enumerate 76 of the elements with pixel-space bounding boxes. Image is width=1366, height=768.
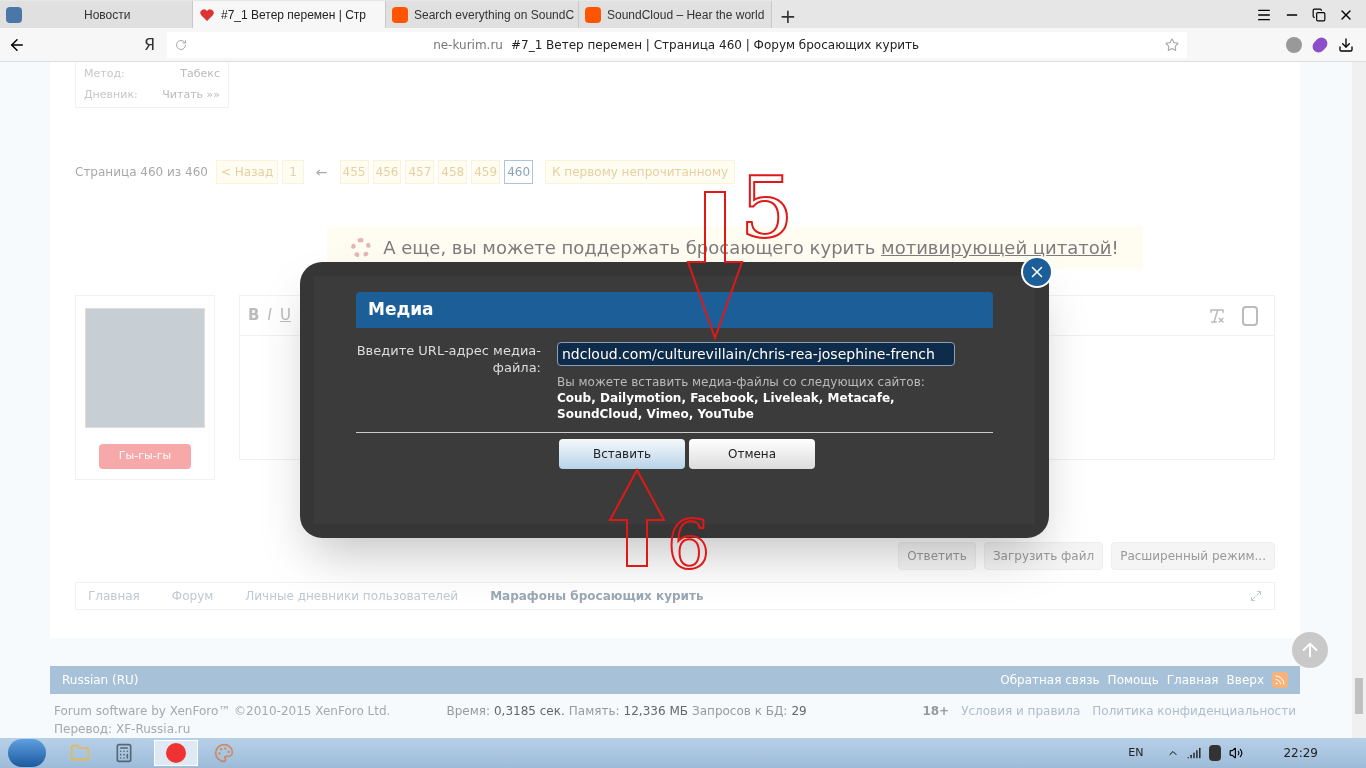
volume-icon[interactable] [1229, 746, 1244, 760]
prev-page-button[interactable]: < Назад [215, 160, 279, 184]
start-button[interactable] [8, 739, 46, 767]
url-input-field[interactable]: ndcloud.com/culturevillain/chris-rea-josephine-french [557, 342, 955, 366]
format-button[interactable]: U [279, 304, 291, 327]
vk-logo-icon [6, 6, 22, 23]
footer-link[interactable]: Условия и правила [961, 702, 1081, 720]
browser-tab[interactable]: Новости [0, 1, 193, 28]
form-button[interactable]: Загрузить файл [983, 542, 1104, 570]
page-button[interactable]: 455 [339, 160, 369, 184]
age-rating: 18+ [922, 703, 950, 720]
cloud-logo-icon [392, 6, 408, 23]
stat-label: Время: [446, 703, 490, 720]
profile-value[interactable]: Читать »» [162, 86, 220, 103]
stat-value: 29 [791, 703, 807, 720]
browser-tab[interactable]: Search everything on SoundC [386, 1, 579, 28]
browser-tab[interactable]: SoundCloud – Hear the world [579, 1, 772, 28]
dialog-button[interactable]: Вставить [559, 439, 685, 469]
stat-value: 12,336 МБ [623, 703, 688, 720]
footer-link[interactable]: Обратная связь [1000, 671, 1100, 689]
stat-label: Память: [568, 703, 620, 720]
page-button[interactable]: 457 [405, 160, 435, 184]
extension-icon[interactable] [1286, 36, 1302, 53]
page-button[interactable]: 456 [372, 160, 402, 184]
dialog-title: Медиа [368, 298, 434, 322]
unread-button[interactable]: К первому непрочитанному [545, 160, 736, 184]
page-button[interactable]: 460 [504, 160, 534, 184]
url-label: Введите URL-адрес медиа-файла: [356, 342, 541, 377]
download-icon[interactable] [1338, 36, 1354, 53]
language-selector[interactable]: Russian (RU) [62, 671, 139, 689]
hint-text: Вы можете вставить медиа-файлы со следующих сайтов: [557, 374, 926, 390]
page-summary: Страница 460 из 460 [75, 164, 208, 181]
page-button[interactable]: 459 [471, 160, 501, 184]
cloud-logo-icon [585, 6, 601, 23]
format-button[interactable]: I [267, 304, 272, 327]
profile-value: Табекс [180, 66, 220, 82]
form-button[interactable]: Ответить [898, 542, 976, 570]
translation-text: Перевод: XF-Russia.ru [54, 721, 192, 738]
footer-link[interactable]: Главная [1166, 671, 1219, 689]
page-ellipsis: ← [315, 162, 328, 182]
footer-link[interactable]: Вверх [1226, 671, 1264, 689]
url-domain: ne-kurim.ru [433, 36, 503, 54]
format-button[interactable]: B [248, 304, 260, 327]
heart-icon [199, 6, 215, 23]
clock-text[interactable]: 22:29 [1283, 744, 1318, 762]
profile-label: Дневник: [84, 86, 138, 103]
stat-label: Запросов к БД: [692, 703, 788, 720]
browser-tab[interactable]: #7_1 Ветер перемен | Стр [193, 1, 386, 28]
dialog-button[interactable]: Отмена [689, 439, 815, 469]
breadcrumb-link[interactable]: Личные дневники пользователей [245, 587, 459, 605]
bookmark-star-icon[interactable] [1165, 37, 1180, 52]
breadcrumb-link[interactable]: Главная [88, 587, 140, 605]
stat-value: 0,3185 сек. [493, 703, 565, 720]
page-button[interactable]: 1 [282, 160, 304, 184]
browser-taskbar-icon[interactable] [154, 740, 198, 766]
restore-icon[interactable] [1312, 7, 1326, 22]
sites-list: Coub, Dailymotion, Facebook, Liveleak, Metacafe, SoundCloud, Vimeo, YouTube [557, 390, 957, 422]
page-button[interactable]: 458 [438, 160, 468, 184]
user-badge: Гы-гы-гы [98, 444, 192, 469]
language-indicator[interactable]: EN [1128, 744, 1144, 762]
profile-label: Метод: [84, 66, 125, 82]
reload-icon[interactable] [175, 38, 188, 51]
quote-link[interactable]: мотивирующей цитатой [881, 237, 1112, 258]
browser-logo[interactable]: Я [144, 32, 156, 57]
breadcrumb-link[interactable]: Форум [171, 587, 214, 605]
signal-icon[interactable] [1187, 746, 1202, 760]
new-tab-button[interactable]: + [772, 1, 804, 28]
address-bar[interactable]: ne-kurim.ru #7_1 Ветер перемен | Страница 460 | Форум бросающих курить [167, 31, 1188, 58]
calculator-icon[interactable] [114, 743, 134, 763]
copyright-text: Forum software by XenForo™ ©2010-2015 XenForo Ltd. [54, 703, 391, 720]
lifebuoy-icon [351, 237, 372, 258]
breadcrumb-link[interactable]: Марафоны бросающих курить [490, 587, 704, 605]
form-button[interactable]: Расширенный режим... [1111, 542, 1275, 570]
page-title: #7_1 Ветер перемен | Страница 460 | Форум бросающих курить [510, 36, 920, 54]
footer-link[interactable]: Помощь [1107, 671, 1159, 689]
footer-link[interactable]: Политика конфиденциальности [1092, 702, 1296, 720]
